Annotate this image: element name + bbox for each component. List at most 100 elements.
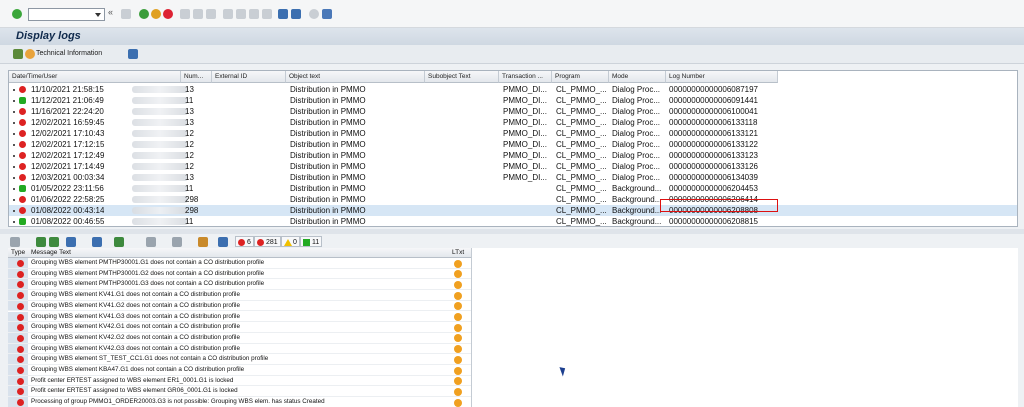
print-icon[interactable] [146,237,156,247]
hierarchy-icon[interactable] [25,49,35,59]
column-header[interactable]: Date/Time/User [9,71,181,83]
message-row[interactable]: Grouping WBS element KV41.G1 does not co… [8,290,471,301]
back-icon[interactable] [139,9,149,19]
long-text-icon[interactable] [454,313,462,321]
expand-node-icon[interactable] [13,199,15,201]
detail-icon[interactable] [13,49,23,59]
long-text-icon[interactable] [454,398,462,407]
log-row[interactable]: 12/02/2021 16:59:45 13 Distribution in PMM… [9,117,1017,128]
log-row[interactable]: 12/02/2021 17:14:49 12 Distribution in PMM… [9,161,1017,172]
first-page-icon[interactable] [223,9,233,19]
message-row[interactable]: Grouping WBS element KBA47.G1 does not c… [8,365,471,376]
print-icon[interactable] [180,9,190,19]
long-text-icon[interactable] [454,259,462,268]
sort-ascending-icon[interactable] [36,237,46,247]
sort-descending-icon[interactable] [49,237,59,247]
long-text-icon[interactable] [454,355,462,364]
message-row[interactable]: Profit center ERTEST assigned to WBS ele… [8,386,471,398]
message-row[interactable]: Processing of group PMMO1_ORDER20003.G3 … [8,397,471,407]
cancel-icon[interactable] [163,9,173,19]
save-icon[interactable] [121,9,131,19]
messages-grid[interactable]: Grouping WBS element PMTHP30001.G1 does … [8,258,471,407]
shortcut-icon[interactable] [291,9,301,19]
log-row[interactable]: 01/08/2022 00:46:55 11 Distribution in PMM… [9,216,1017,226]
long-text-icon[interactable] [454,270,462,279]
log-row[interactable]: 12/02/2021 17:12:15 12 Distribution in PMM… [9,139,1017,150]
column-header[interactable]: Log Number [666,71,778,83]
command-field[interactable] [28,8,105,21]
message-row[interactable]: Grouping WBS element KV42.G2 does not co… [8,332,471,344]
last-page-icon[interactable] [262,9,272,19]
expand-node-icon[interactable] [13,221,15,223]
long-text-icon[interactable] [454,366,462,375]
message-row[interactable]: Grouping WBS element KV41.G2 does not co… [8,300,471,312]
expand-node-icon[interactable] [13,166,15,168]
log-row[interactable]: 01/05/2022 23:11:56 11 Distribution in PMM… [9,183,1017,194]
expand-node-icon[interactable] [13,177,15,179]
column-header[interactable]: Message Text [31,249,71,256]
log-row[interactable]: 12/02/2021 17:12:49 12 Distribution in PMM… [9,150,1017,161]
log-row[interactable]: 12/02/2021 17:10:43 12 Distribution in PMM… [9,128,1017,139]
expand-node-icon[interactable] [13,210,15,212]
enter-icon[interactable] [12,9,22,19]
column-header[interactable]: External ID [212,71,286,83]
sum-icon[interactable] [114,237,124,247]
column-header[interactable]: Type [11,249,25,256]
expand-icon[interactable] [10,237,20,247]
column-header[interactable]: Subobject Text [425,71,499,83]
expand-node-icon[interactable] [13,133,15,135]
layout-menu-icon[interactable] [322,9,332,19]
long-text-icon[interactable] [454,323,462,332]
column-header[interactable]: Num... [181,71,212,83]
expand-node-icon[interactable] [13,100,15,102]
views-icon[interactable] [172,237,182,247]
expand-node-icon[interactable] [13,122,15,124]
log-row[interactable]: 11/12/2021 21:06:49 11 Distribution in PMM… [9,95,1017,106]
message-row[interactable]: Grouping WBS element PMTHP30001.G3 does … [8,279,471,291]
log-header-grid[interactable]: Date/Time/User Num... External ID Object… [8,70,1018,227]
expand-node-icon[interactable] [13,144,15,146]
expand-node-icon[interactable] [13,89,15,91]
next-page-icon[interactable] [249,9,259,19]
log-row[interactable]: 01/06/2022 22:58:25 298 Distribution in PM… [9,194,1017,205]
layout-icon[interactable] [218,237,228,247]
expand-node-icon[interactable] [13,155,15,157]
previous-page-icon[interactable] [236,9,246,19]
find-next-icon[interactable] [206,9,216,19]
exit-icon[interactable] [151,9,161,19]
expand-node-icon[interactable] [13,188,15,190]
column-header[interactable]: Mode [609,71,666,83]
message-row[interactable]: Grouping WBS element KV42.G3 does not co… [8,343,471,355]
column-header[interactable]: Transaction ... [499,71,552,83]
message-row[interactable]: Grouping WBS element KV42.G1 does not co… [8,322,471,333]
technical-information-button[interactable]: Technical Information [36,50,102,57]
message-row[interactable]: Grouping WBS element PMTHP30001.G1 does … [8,258,471,269]
find-icon[interactable] [193,9,203,19]
error-count-button[interactable]: 281 [254,236,281,247]
column-header[interactable]: Program [552,71,609,83]
success-count-button[interactable]: 11 [300,236,323,247]
long-text-icon[interactable] [454,345,462,354]
long-text-icon[interactable] [454,387,462,396]
long-text-icon[interactable] [454,302,462,311]
long-text-icon[interactable] [454,280,462,289]
new-session-icon[interactable] [278,9,288,19]
stop-count-button[interactable]: 6 [235,236,254,247]
export-icon[interactable] [198,237,208,247]
find-icon[interactable] [66,237,76,247]
expand-node-icon[interactable] [13,111,15,113]
message-row[interactable]: Profit center ERTEST assigned to WBS ele… [8,375,471,387]
message-row[interactable]: Grouping WBS element KV41.G3 does not co… [8,311,471,323]
filter-icon[interactable] [92,237,102,247]
chevron-left-icon[interactable]: « [108,7,116,17]
info-icon[interactable] [128,49,138,59]
long-text-icon[interactable] [454,334,462,343]
message-row[interactable]: Grouping WBS element ST_TEST_CC1.G1 does… [8,354,471,365]
long-text-icon[interactable] [454,377,462,386]
warning-count-button[interactable]: 0 [281,236,300,247]
message-row[interactable]: Grouping WBS element PMTHP30001.G2 does … [8,268,471,280]
log-row[interactable]: 12/03/2021 00:03:34 13 Distribution in PMM… [9,172,1017,183]
log-row[interactable]: 01/08/2022 00:43:14 298 Distribution in PM… [9,205,1017,216]
log-row[interactable]: 11/16/2021 22:24:20 13 Distribution in PMM… [9,106,1017,117]
column-header[interactable]: LTxt [452,249,464,256]
